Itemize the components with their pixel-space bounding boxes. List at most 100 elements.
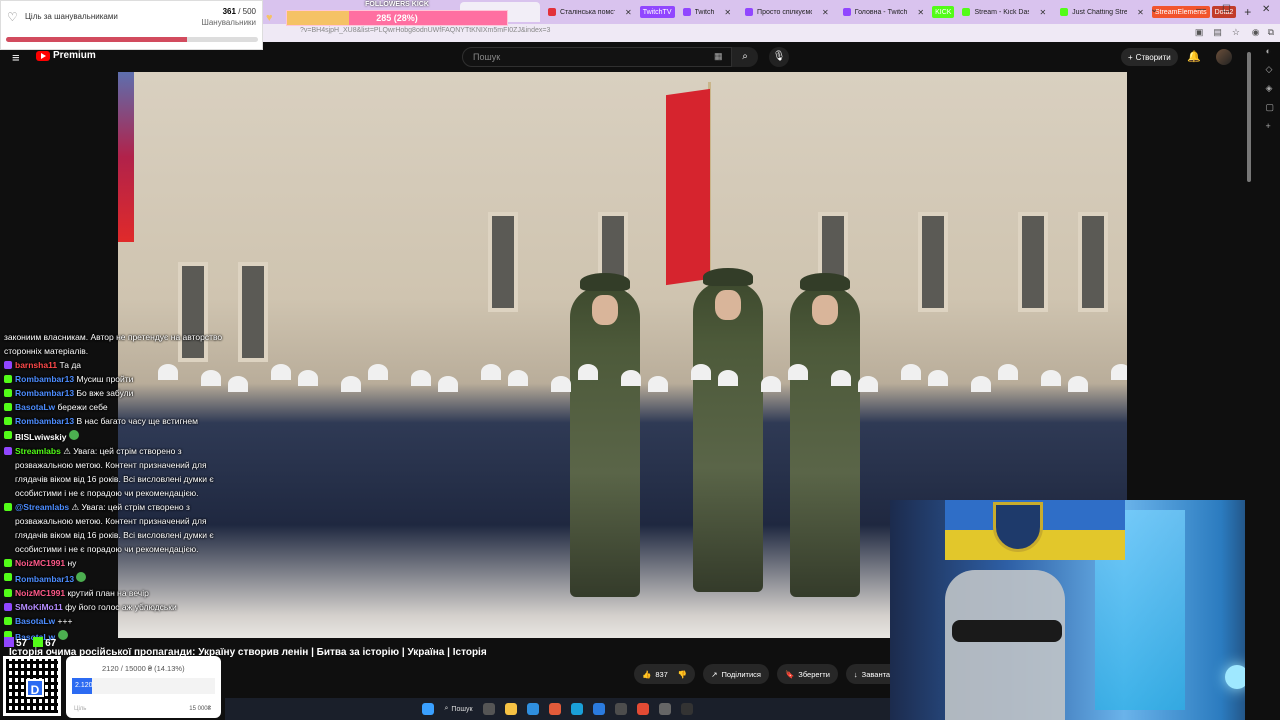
chat-username[interactable]: Rombambar13 xyxy=(15,574,74,584)
chat-username[interactable]: SMoKiMo11 xyxy=(15,602,63,612)
obs-icon[interactable] xyxy=(680,703,693,715)
browser-tab[interactable]: Just Chatting Stream ✕ xyxy=(1054,2,1150,22)
browser-tab[interactable]: Просто спілкуємося ✕ xyxy=(739,2,835,22)
chat-username[interactable]: NoizMC1991 xyxy=(15,588,65,598)
chat-username[interactable]: Rombambar13 xyxy=(15,374,74,384)
close-tab-icon[interactable]: ✕ xyxy=(625,8,632,17)
keyboard-icon[interactable]: ▦ xyxy=(714,51,723,62)
new-tab-button[interactable]: + xyxy=(1238,5,1257,19)
scroll-thumb[interactable] xyxy=(1247,52,1251,182)
premium-label: Premium xyxy=(53,50,96,61)
building-window xyxy=(1078,212,1108,312)
chat-username[interactable]: Streamlabs xyxy=(15,446,61,456)
windows-start-icon[interactable] xyxy=(422,703,435,715)
sailor-cap xyxy=(788,364,808,380)
close-tab-icon[interactable]: ✕ xyxy=(917,8,924,17)
chat-username[interactable]: barnsha11 xyxy=(15,360,57,370)
chat-username[interactable]: BISLwiwskiy xyxy=(15,432,67,442)
reader-icon[interactable]: ▤ xyxy=(1213,27,1222,38)
app-icon[interactable] xyxy=(548,703,561,715)
search-button[interactable]: ⌕ xyxy=(732,47,758,67)
minimize-icon[interactable]: — xyxy=(1196,4,1206,15)
bookmark-star-icon[interactable]: ☆ xyxy=(1232,27,1240,38)
chrome-icon[interactable] xyxy=(636,703,649,715)
chat-text: ну xyxy=(67,558,77,568)
gaming-chair xyxy=(945,570,1065,720)
notifications-bell-icon[interactable]: 🔔 xyxy=(1187,50,1201,63)
chat-username[interactable]: BasotaLw xyxy=(15,616,55,626)
sidebar-icon[interactable]: ▢ xyxy=(1265,102,1274,113)
sidebar-icon[interactable]: + xyxy=(1265,121,1274,131)
chat-badge-icon xyxy=(4,559,12,567)
youtube-logo[interactable]: Premium xyxy=(36,50,96,61)
extension-icon[interactable]: ◉ xyxy=(1252,27,1260,38)
telegram-icon[interactable] xyxy=(570,703,583,715)
screenshot-icon[interactable]: ▣ xyxy=(1195,27,1204,38)
chat-username[interactable]: @Streamlabs xyxy=(15,502,69,512)
search-input[interactable]: Пошук xyxy=(462,47,732,67)
close-tab-icon[interactable]: ✕ xyxy=(1039,8,1046,17)
chat-message: Rombambar13 xyxy=(0,570,225,586)
close-tab-icon[interactable]: ✕ xyxy=(724,8,731,17)
chat-badge-icon xyxy=(4,447,12,455)
share-label: Поділитися xyxy=(721,669,761,679)
create-button[interactable]: + Створити xyxy=(1121,48,1178,66)
like-count: 837 xyxy=(655,669,668,679)
save-label: Зберегти xyxy=(798,669,830,679)
chat-text: В нас багато часу ще встигнем xyxy=(76,416,198,426)
sailor-cap xyxy=(901,364,921,380)
tab-favicon-icon xyxy=(1060,8,1069,16)
avatar[interactable] xyxy=(1216,49,1232,65)
sidebar-icon[interactable]: ◇ xyxy=(1265,64,1274,75)
like-button[interactable]: 👍 837 👎 xyxy=(634,664,696,684)
followers-progress-bar: 285 (28%) xyxy=(286,10,508,26)
sailor-cap xyxy=(971,376,991,392)
share-button[interactable]: ↗ Поділитися xyxy=(703,664,769,684)
goal-progress-bar xyxy=(6,37,258,42)
sidebar-icon[interactable]: ◐ xyxy=(1265,46,1274,56)
sidebar-icon[interactable]: ◈ xyxy=(1265,83,1274,94)
close-tab-icon[interactable]: ✕ xyxy=(1137,8,1144,17)
red-flag xyxy=(666,88,710,286)
edge-icon[interactable] xyxy=(526,703,539,715)
sailor-cap xyxy=(298,370,318,386)
page-scrollbar[interactable] xyxy=(1245,42,1280,720)
file-explorer-icon[interactable] xyxy=(504,703,517,715)
soldier xyxy=(790,273,860,597)
voice-search-button[interactable]: 🎙 xyxy=(769,47,789,67)
chat-badge-icon xyxy=(4,389,12,397)
chat-username[interactable]: BasotaLw xyxy=(15,402,55,412)
browser-tab[interactable]: Сталінська помста ✕ xyxy=(542,2,638,22)
chat-username[interactable]: Rombambar13 xyxy=(15,388,74,398)
sailor-cap xyxy=(341,376,361,392)
save-button[interactable]: 🔖 Зберегти xyxy=(776,664,838,684)
tab-search-icon[interactable]: ⌄ xyxy=(1150,4,1158,15)
chat-username[interactable]: Rombambar13 xyxy=(15,416,74,426)
flag-left xyxy=(118,72,134,242)
browser-tab[interactable]: Головна - Twitch ✕ xyxy=(837,2,930,22)
thumbs-down-icon[interactable]: 👎 xyxy=(678,670,687,679)
menu-icon[interactable]: ≡ xyxy=(12,50,20,65)
browser-tab[interactable]: Twitch ✕ xyxy=(677,2,738,22)
chat-username[interactable]: NoizMC1991 xyxy=(15,558,65,568)
store-icon[interactable] xyxy=(592,703,605,715)
chat-text: +++ xyxy=(57,616,73,626)
browser-tab[interactable]: Stream - Kick Dashboard ✕ xyxy=(956,2,1052,22)
download-icon: ↓ xyxy=(853,669,858,679)
chat-text: бережи себе xyxy=(57,402,108,412)
goal-sub-label: Шанувальники xyxy=(201,18,257,27)
donation-label: Ціль xyxy=(74,706,87,712)
tab-badge[interactable]: KICK xyxy=(932,6,955,18)
settings-icon[interactable] xyxy=(658,703,671,715)
sailor-cap xyxy=(368,364,388,380)
task-view-icon[interactable] xyxy=(482,703,495,715)
close-window-icon[interactable]: ✕ xyxy=(1262,4,1270,15)
copy-icon[interactable]: ⧉ xyxy=(1268,27,1274,38)
emote-icon xyxy=(76,572,87,582)
app-icon[interactable] xyxy=(614,703,627,715)
tab-badge[interactable]: TwitchTV xyxy=(639,6,675,18)
close-tab-icon[interactable]: ✕ xyxy=(822,8,829,17)
maximize-icon[interactable]: ☐ xyxy=(1222,4,1231,15)
url-text[interactable]: ?v=BH4sjpH_XU8&list=PLQwrHobg8odnUWfFAQN… xyxy=(300,27,550,34)
taskbar-search[interactable]: ⌕ Пошук xyxy=(444,705,472,713)
